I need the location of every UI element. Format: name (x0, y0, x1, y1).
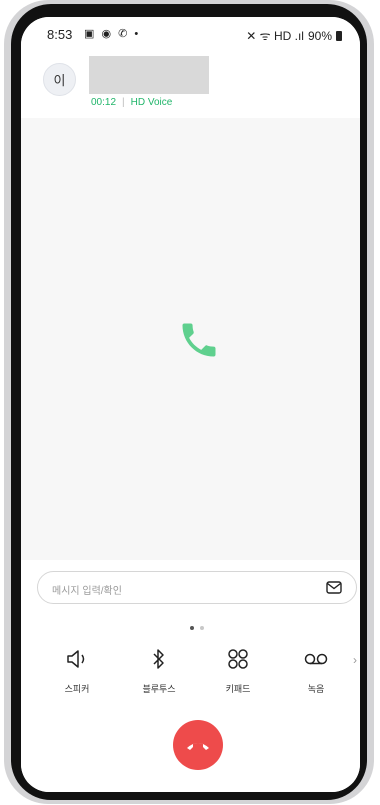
message-input[interactable]: 메시지 입력/확인 (37, 571, 357, 604)
end-call-button[interactable] (173, 720, 223, 770)
record-label: 녹음 (307, 684, 325, 694)
avatar-initial: 이 (53, 73, 66, 88)
voicemail-record-icon (286, 646, 346, 672)
status-bar: 8:53 ▣ ◉ ✆ • ✕ ᯤ HD .ıl 90% (21, 17, 360, 51)
speaker-button[interactable]: 스피커 (47, 646, 107, 695)
notification-icons: ▣ ◉ ✆ • (84, 28, 141, 40)
separator: | (122, 97, 125, 108)
battery-level: 90% (307, 28, 332, 43)
phone-icon (177, 318, 221, 362)
status-right: ✕ ᯤ HD .ıl 90% (246, 27, 342, 44)
page-dot-active (190, 626, 194, 630)
call-info: 00:12 | HD Voice (91, 97, 172, 108)
caller-name-redacted (89, 56, 209, 94)
status-time: 8:53 (47, 27, 73, 42)
voice-type: HD Voice (130, 97, 173, 108)
mail-icon[interactable] (326, 581, 342, 599)
bluetooth-button[interactable]: 블루투스 (129, 646, 189, 695)
page-dot (200, 626, 204, 630)
avatar[interactable]: 이 (43, 63, 76, 96)
call-duration: 00:12 (91, 97, 117, 108)
caller-header: 이 00:12 | HD Voice (21, 51, 360, 118)
keypad-label: 키패드 (225, 684, 251, 694)
page-indicator (190, 626, 204, 630)
keypad-icon (208, 646, 268, 672)
record-button[interactable]: 녹음 (286, 646, 346, 695)
speaker-icon (47, 646, 107, 672)
hang-up-icon (187, 743, 209, 750)
bluetooth-label: 블루투스 (142, 684, 176, 694)
chevron-right-icon[interactable]: › (353, 653, 357, 667)
call-screen: 8:53 ▣ ◉ ✆ • ✕ ᯤ HD .ıl 90% 이 00:12 | HD… (21, 17, 360, 792)
call-controls-panel: 메시지 입력/확인 스피커 블루투스 키패드 녹음 › (21, 560, 360, 792)
message-placeholder: 메시지 입력/확인 (52, 586, 122, 597)
speaker-label: 스피커 (64, 684, 90, 694)
signal-icons: ✕ ᯤ HD .ıl (246, 29, 304, 43)
battery-icon (336, 30, 342, 41)
keypad-button[interactable]: 키패드 (208, 646, 268, 695)
bluetooth-icon (129, 646, 189, 672)
